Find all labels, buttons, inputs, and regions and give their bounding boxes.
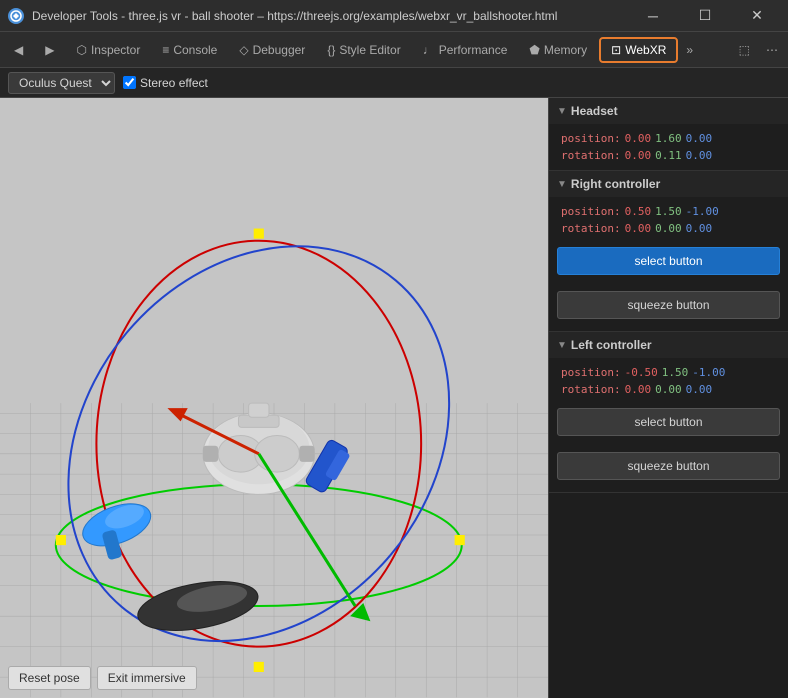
left-squeeze-button[interactable]: squeeze button <box>557 452 780 480</box>
performance-icon: ♩ <box>423 43 435 57</box>
headset-arrow-icon: ▼ <box>557 106 567 117</box>
close-button[interactable]: ✕ <box>734 0 780 32</box>
right-controller-section: ▼ Right controller position: 0.50 1.50 -… <box>549 171 788 332</box>
stereo-checkbox[interactable] <box>123 76 136 89</box>
titlebar: Developer Tools - three.js vr - ball sho… <box>0 0 788 32</box>
tab-webxr[interactable]: ⊡ WebXR <box>599 37 678 63</box>
headset-header[interactable]: ▼ Headset <box>549 98 788 124</box>
viewport-canvas <box>0 98 548 698</box>
tab-style-editor[interactable]: {} Style Editor <box>317 39 410 61</box>
settings-button[interactable]: ⋯ <box>760 39 784 61</box>
headset-section: ▼ Headset position: 0.00 1.60 0.00 rotat… <box>549 98 788 171</box>
right-ctrl-arrow-icon: ▼ <box>557 179 567 190</box>
tab-console[interactable]: ≡ Console <box>152 39 227 61</box>
toolbar: ◀ ▶ ⬡ Inspector ≡ Console ◇ Debugger {} … <box>0 32 788 68</box>
nav-back-button[interactable]: ◀ <box>4 39 33 61</box>
left-squeeze-btn-row: squeeze button <box>549 448 788 492</box>
dock-button[interactable]: ⬚ <box>733 39 756 61</box>
right-ctrl-position-row: position: 0.50 1.50 -1.00 <box>561 205 776 218</box>
viewport-buttons: Reset pose Exit immersive <box>8 666 197 690</box>
left-controller-header[interactable]: ▼ Left controller <box>549 332 788 358</box>
right-ctrl-rotation-row: rotation: 0.00 0.00 0.00 <box>561 222 776 235</box>
nav-forward-button[interactable]: ▶ <box>35 39 64 61</box>
memory-icon: ⬟ <box>529 43 539 57</box>
right-controller-body: position: 0.50 1.50 -1.00 rotation: 0.00… <box>549 197 788 243</box>
console-icon: ≡ <box>162 43 169 57</box>
left-select-btn-row: select button <box>549 404 788 448</box>
left-ctrl-arrow-icon: ▼ <box>557 340 567 351</box>
toolbar-right-actions: ⬚ ⋯ <box>733 39 784 61</box>
window-controls: ─ ☐ ✕ <box>630 0 780 32</box>
tab-memory[interactable]: ⬟ Memory <box>519 39 597 61</box>
device-bar: Oculus Quest Stereo effect <box>0 68 788 98</box>
tab-inspector[interactable]: ⬡ Inspector <box>66 39 150 61</box>
device-selector[interactable]: Oculus Quest <box>8 72 115 94</box>
maximize-button[interactable]: ☐ <box>682 0 728 32</box>
more-tabs-button[interactable]: » <box>680 39 699 61</box>
viewport: Reset pose Exit immersive <box>0 98 548 698</box>
main-content: Reset pose Exit immersive ▼ Headset posi… <box>0 98 788 698</box>
stereo-label[interactable]: Stereo effect <box>123 76 208 90</box>
style-editor-icon: {} <box>327 43 335 57</box>
right-select-btn-row: select button <box>549 243 788 287</box>
left-controller-body: position: -0.50 1.50 -1.00 rotation: 0.0… <box>549 358 788 404</box>
right-squeeze-btn-row: squeeze button <box>549 287 788 331</box>
left-controller-section: ▼ Left controller position: -0.50 1.50 -… <box>549 332 788 493</box>
window-title: Developer Tools - three.js vr - ball sho… <box>32 9 622 23</box>
app-icon <box>8 8 24 24</box>
tab-performance[interactable]: ♩ Performance <box>413 39 518 61</box>
left-ctrl-position-row: position: -0.50 1.50 -1.00 <box>561 366 776 379</box>
headset-body: position: 0.00 1.60 0.00 rotation: 0.00 … <box>549 124 788 170</box>
right-controller-header[interactable]: ▼ Right controller <box>549 171 788 197</box>
right-select-button[interactable]: select button <box>557 247 780 275</box>
inspector-icon: ⬡ <box>76 43 86 57</box>
webxr-icon: ⊡ <box>611 43 621 57</box>
headset-rotation-row: rotation: 0.00 0.11 0.00 <box>561 149 776 162</box>
left-select-button[interactable]: select button <box>557 408 780 436</box>
tab-debugger[interactable]: ◇ Debugger <box>229 39 315 61</box>
exit-immersive-button[interactable]: Exit immersive <box>97 666 197 690</box>
right-panel: ▼ Headset position: 0.00 1.60 0.00 rotat… <box>548 98 788 698</box>
debugger-icon: ◇ <box>239 43 248 57</box>
headset-position-row: position: 0.00 1.60 0.00 <box>561 132 776 145</box>
right-squeeze-button[interactable]: squeeze button <box>557 291 780 319</box>
left-ctrl-rotation-row: rotation: 0.00 0.00 0.00 <box>561 383 776 396</box>
reset-pose-button[interactable]: Reset pose <box>8 666 91 690</box>
minimize-button[interactable]: ─ <box>630 0 676 32</box>
